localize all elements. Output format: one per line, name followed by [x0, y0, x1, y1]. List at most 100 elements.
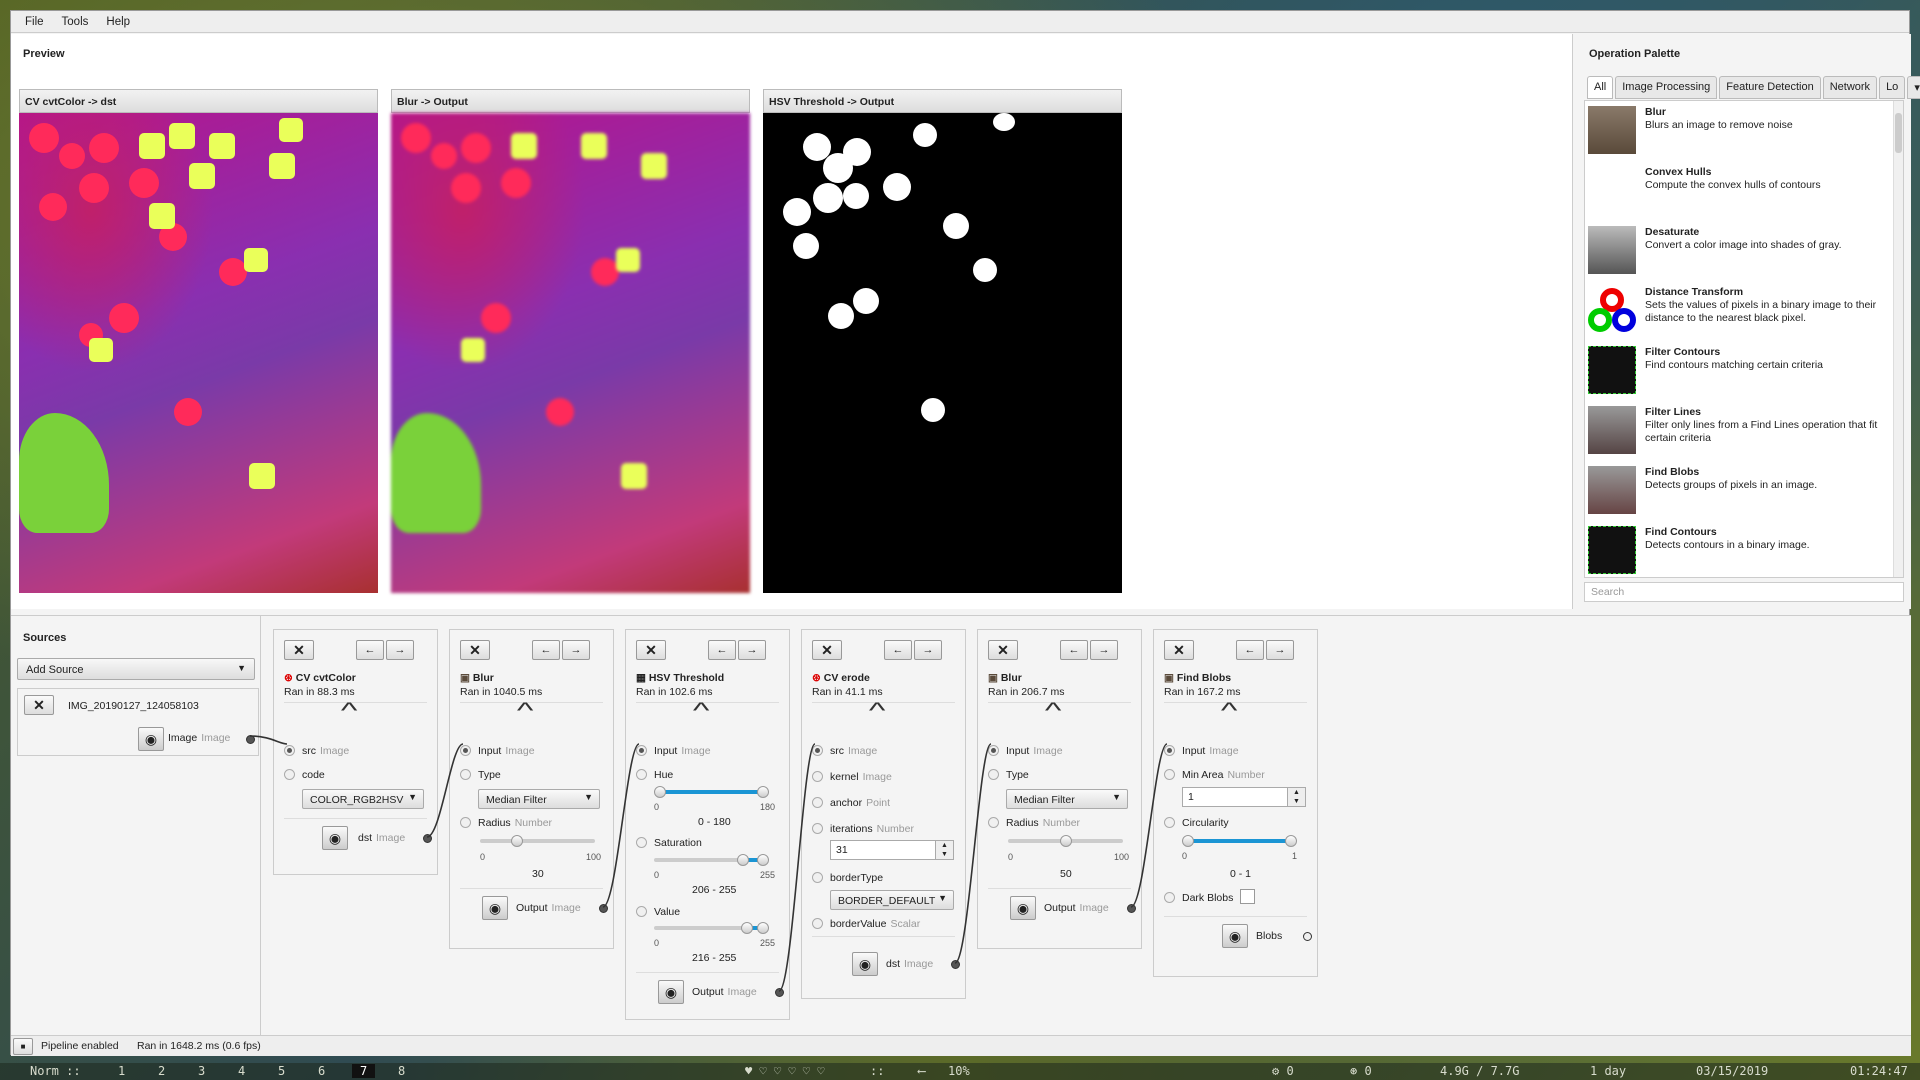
saturation-range-slider[interactable]: [654, 854, 769, 866]
output-socket[interactable]: [599, 904, 608, 913]
preview-eye-icon[interactable]: ◉: [482, 896, 508, 920]
input-socket[interactable]: [988, 817, 999, 828]
input-socket[interactable]: [284, 769, 295, 780]
workspace-1[interactable]: 1: [118, 1064, 125, 1078]
move-right-button[interactable]: →: [914, 640, 942, 660]
input-socket[interactable]: [988, 745, 999, 756]
move-right-button[interactable]: →: [1266, 640, 1294, 660]
move-left-button[interactable]: ←: [708, 640, 736, 660]
menu-tools[interactable]: Tools: [62, 16, 89, 28]
tab-feature-detection[interactable]: Feature Detection: [1719, 76, 1821, 99]
op-find-blobs[interactable]: Find Blobs Detects groups of pixels in a…: [1585, 461, 1903, 521]
preview-eye-icon[interactable]: ◉: [852, 952, 878, 976]
input-socket[interactable]: [636, 769, 647, 780]
workspace-3[interactable]: 3: [198, 1064, 205, 1078]
tab-image-processing[interactable]: Image Processing: [1615, 76, 1718, 99]
move-left-button[interactable]: ←: [1236, 640, 1264, 660]
workspace-2[interactable]: 2: [158, 1064, 165, 1078]
input-socket[interactable]: [988, 769, 999, 780]
input-socket[interactable]: [1164, 892, 1175, 903]
move-right-button[interactable]: →: [1090, 640, 1118, 660]
remove-step-button[interactable]: ✕: [284, 640, 314, 660]
workspace-6[interactable]: 6: [318, 1064, 325, 1078]
collapse-chevron-icon[interactable]: ^: [1221, 698, 1238, 724]
input-socket[interactable]: [1164, 745, 1175, 756]
output-socket[interactable]: [246, 735, 255, 744]
dark-blobs-checkbox[interactable]: [1240, 889, 1255, 904]
move-right-button[interactable]: →: [738, 640, 766, 660]
input-socket[interactable]: [460, 769, 471, 780]
op-find-contours[interactable]: Find Contours Detects contours in a bina…: [1585, 521, 1903, 577]
move-left-button[interactable]: ←: [884, 640, 912, 660]
hue-range-slider[interactable]: [654, 786, 769, 798]
workspace-7-active[interactable]: 7: [352, 1064, 376, 1078]
workspace-8[interactable]: 8: [398, 1064, 405, 1078]
preview-eye-icon[interactable]: ◉: [138, 727, 164, 751]
move-left-button[interactable]: ←: [356, 640, 384, 660]
input-socket[interactable]: [1164, 817, 1175, 828]
circularity-range-slider[interactable]: [1182, 835, 1297, 847]
collapse-chevron-icon[interactable]: ^: [1045, 698, 1062, 724]
tab-network[interactable]: Network: [1822, 76, 1878, 99]
workspace-4[interactable]: 4: [238, 1064, 245, 1078]
op-filter-lines[interactable]: Filter Lines Filter only lines from a Fi…: [1585, 401, 1903, 461]
remove-step-button[interactable]: ✕: [988, 640, 1018, 660]
output-socket[interactable]: [423, 834, 432, 843]
output-socket[interactable]: [951, 960, 960, 969]
op-distance-transform[interactable]: Distance Transform Sets the values of pi…: [1585, 281, 1903, 341]
palette-scrollbar[interactable]: [1893, 101, 1903, 577]
input-socket[interactable]: [636, 906, 647, 917]
op-convex-hulls[interactable]: Convex Hulls Compute the convex hulls of…: [1585, 161, 1903, 221]
op-blur[interactable]: Blur Blurs an image to remove noise: [1585, 101, 1903, 161]
menu-file[interactable]: File: [25, 16, 44, 28]
input-socket[interactable]: [460, 817, 471, 828]
output-socket[interactable]: [775, 988, 784, 997]
input-socket[interactable]: [636, 745, 647, 756]
input-socket[interactable]: [1164, 769, 1175, 780]
input-socket[interactable]: [812, 771, 823, 782]
move-right-button[interactable]: →: [562, 640, 590, 660]
collapse-chevron-icon[interactable]: ^: [693, 698, 710, 724]
move-right-button[interactable]: →: [386, 640, 414, 660]
input-socket[interactable]: [284, 745, 295, 756]
code-select[interactable]: COLOR_RGB2HSV ▼: [302, 789, 424, 809]
input-socket[interactable]: [812, 918, 823, 929]
input-socket[interactable]: [812, 823, 823, 834]
op-desaturate[interactable]: Desaturate Convert a color image into sh…: [1585, 221, 1903, 281]
tabs-overflow-button[interactable]: ▾: [1907, 76, 1920, 99]
remove-step-button[interactable]: ✕: [812, 640, 842, 660]
input-socket[interactable]: [812, 745, 823, 756]
output-socket[interactable]: [1127, 904, 1136, 913]
input-socket[interactable]: [460, 745, 471, 756]
remove-step-button[interactable]: ✕: [460, 640, 490, 660]
bordertype-select[interactable]: BORDER_DEFAULT ▼: [830, 890, 954, 910]
preview-eye-icon[interactable]: ◉: [658, 980, 684, 1004]
tab-lo[interactable]: Lo: [1879, 76, 1906, 99]
input-socket[interactable]: [812, 872, 823, 883]
output-socket[interactable]: [1303, 932, 1312, 941]
radius-slider[interactable]: [480, 835, 595, 847]
tab-all[interactable]: All: [1587, 76, 1614, 99]
collapse-chevron-icon[interactable]: ^: [869, 698, 886, 724]
type-select[interactable]: Median Filter ▼: [1006, 789, 1128, 809]
input-socket[interactable]: [812, 797, 823, 808]
palette-search-input[interactable]: Search: [1584, 582, 1904, 602]
minarea-spinner[interactable]: 1 ▲ ▼: [1182, 787, 1306, 807]
type-select[interactable]: Median Filter ▼: [478, 789, 600, 809]
radius-slider[interactable]: [1008, 835, 1123, 847]
iterations-spinner[interactable]: 31 ▲ ▼: [830, 840, 954, 860]
move-left-button[interactable]: ←: [1060, 640, 1088, 660]
collapse-chevron-icon[interactable]: ^: [517, 698, 534, 724]
preview-eye-icon[interactable]: ◉: [322, 826, 348, 850]
op-filter-contours[interactable]: Filter Contours Find contours matching c…: [1585, 341, 1903, 401]
add-source-dropdown[interactable]: Add Source ▼: [17, 658, 255, 680]
move-left-button[interactable]: ←: [532, 640, 560, 660]
preview-eye-icon[interactable]: ◉: [1222, 924, 1248, 948]
remove-source-button[interactable]: ✕: [24, 695, 54, 715]
collapse-chevron-icon[interactable]: ^: [341, 698, 358, 724]
input-socket[interactable]: [636, 837, 647, 848]
pipeline-toggle-button[interactable]: ■: [13, 1038, 33, 1055]
remove-step-button[interactable]: ✕: [1164, 640, 1194, 660]
remove-step-button[interactable]: ✕: [636, 640, 666, 660]
workspace-5[interactable]: 5: [278, 1064, 285, 1078]
